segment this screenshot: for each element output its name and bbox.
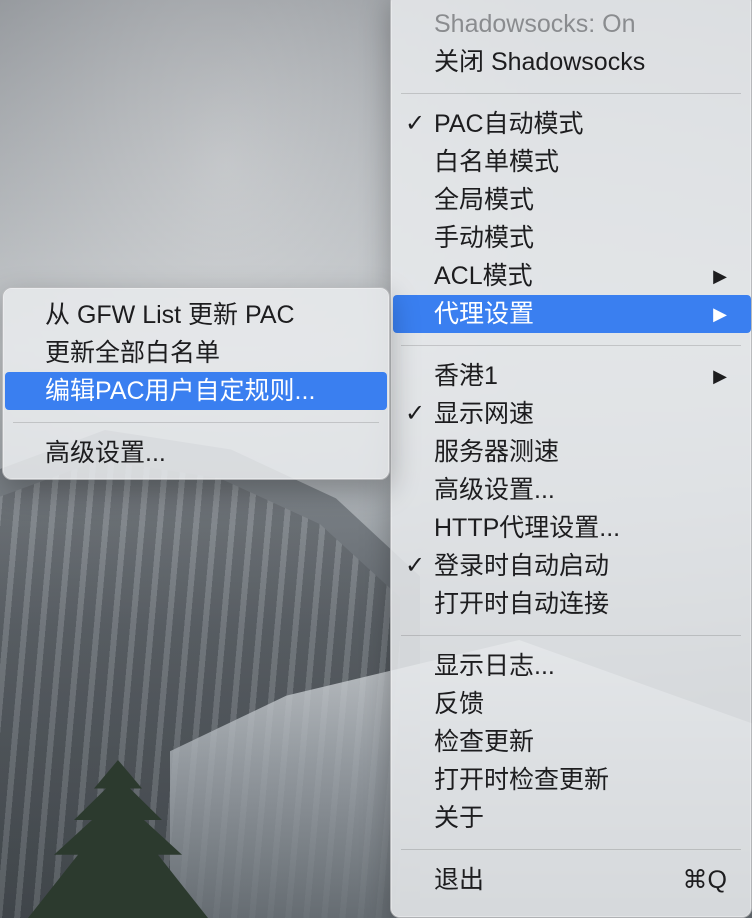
menu-separator	[401, 635, 741, 636]
submenu-arrow-icon: ▶	[713, 266, 727, 286]
menu-item-server[interactable]: 香港1 ▶	[391, 357, 751, 395]
menu-item-toggle-shadowsocks[interactable]: 关闭 Shadowsocks	[391, 43, 751, 81]
menu-item-label: 全局模式	[434, 186, 535, 214]
menu-separator	[401, 345, 741, 346]
menu-item-whitelist-mode[interactable]: 白名单模式	[391, 143, 751, 181]
menu-item-show-log[interactable]: 显示日志...	[391, 647, 751, 685]
menu-item-label: 高级设置...	[434, 476, 555, 504]
menu-item-label: 打开时检查更新	[434, 766, 610, 794]
menu-item-label: 手动模式	[434, 224, 535, 252]
menu-item-label: 高级设置...	[45, 439, 166, 467]
toggle-label: 关闭 Shadowsocks	[434, 48, 646, 76]
menu-item-http-proxy-settings[interactable]: HTTP代理设置...	[391, 509, 751, 547]
menu-item-label: ACL模式	[434, 262, 533, 290]
submenu-arrow-icon: ▶	[713, 304, 727, 324]
checkmark-icon: ✓	[404, 552, 426, 579]
menu-item-label: 检查更新	[434, 728, 535, 756]
menu-item-label: 显示网速	[434, 400, 535, 428]
menu-item-label: 关于	[434, 804, 485, 832]
menu-separator	[13, 422, 379, 423]
menu-item-advanced-settings[interactable]: 高级设置...	[391, 471, 751, 509]
menu-item-launch-at-login[interactable]: ✓ 登录时自动启动	[391, 547, 751, 585]
submenu-item-advanced-settings[interactable]: 高级设置...	[3, 434, 389, 472]
menu-item-label: 服务器测速	[434, 438, 560, 466]
checkmark-icon: ✓	[404, 110, 426, 137]
checkmark-icon: ✓	[404, 400, 426, 427]
submenu-item-update-pac-from-gfwlist[interactable]: 从 GFW List 更新 PAC	[3, 296, 389, 334]
menu-item-check-updates-on-launch[interactable]: 打开时检查更新	[391, 761, 751, 799]
menu-separator	[401, 849, 741, 850]
menu-item-status: Shadowsocks: On	[391, 5, 751, 43]
menu-item-label: 从 GFW List 更新 PAC	[45, 301, 295, 329]
menu-item-server-speed-test[interactable]: 服务器测速	[391, 433, 751, 471]
status-label: Shadowsocks: On	[434, 10, 636, 38]
keyboard-shortcut: ⌘Q	[682, 866, 727, 894]
menu-item-label: PAC自动模式	[434, 110, 584, 138]
menu-item-label: 登录时自动启动	[434, 552, 610, 580]
menu-item-label: 显示日志...	[434, 652, 555, 680]
menu-item-global-mode[interactable]: 全局模式	[391, 181, 751, 219]
menu-item-quit[interactable]: 退出 ⌘Q	[391, 861, 751, 899]
menu-item-label: 香港1	[434, 362, 498, 390]
submenu-arrow-icon: ▶	[713, 366, 727, 386]
shadowsocks-menu: Shadowsocks: On 关闭 Shadowsocks ✓ PAC自动模式…	[390, 0, 752, 918]
submenu-item-update-all-whitelists[interactable]: 更新全部白名单	[3, 334, 389, 372]
menu-item-acl-mode[interactable]: ACL模式 ▶	[391, 257, 751, 295]
menu-separator	[401, 93, 741, 94]
menu-item-about[interactable]: 关于	[391, 799, 751, 837]
menu-item-label: 代理设置	[434, 300, 535, 328]
menu-item-show-speed[interactable]: ✓ 显示网速	[391, 395, 751, 433]
menu-item-check-updates[interactable]: 检查更新	[391, 723, 751, 761]
menu-item-pac-mode[interactable]: ✓ PAC自动模式	[391, 105, 751, 143]
menu-item-label: 打开时自动连接	[434, 590, 610, 618]
submenu-item-edit-pac-user-rules[interactable]: 编辑PAC用户自定规则...	[5, 372, 387, 410]
menu-item-label: HTTP代理设置...	[434, 514, 621, 542]
menu-item-proxy-settings[interactable]: 代理设置 ▶	[393, 295, 751, 333]
menu-item-manual-mode[interactable]: 手动模式	[391, 219, 751, 257]
menu-item-label: 退出	[434, 866, 485, 894]
menu-item-label: 白名单模式	[434, 148, 560, 176]
proxy-settings-submenu: 从 GFW List 更新 PAC 更新全部白名单 编辑PAC用户自定规则...…	[2, 287, 390, 480]
menu-item-label: 更新全部白名单	[45, 339, 221, 367]
menu-item-label: 反馈	[434, 690, 485, 718]
menu-item-auto-connect[interactable]: 打开时自动连接	[391, 585, 751, 623]
menu-item-feedback[interactable]: 反馈	[391, 685, 751, 723]
menu-item-label: 编辑PAC用户自定规则...	[45, 377, 316, 405]
